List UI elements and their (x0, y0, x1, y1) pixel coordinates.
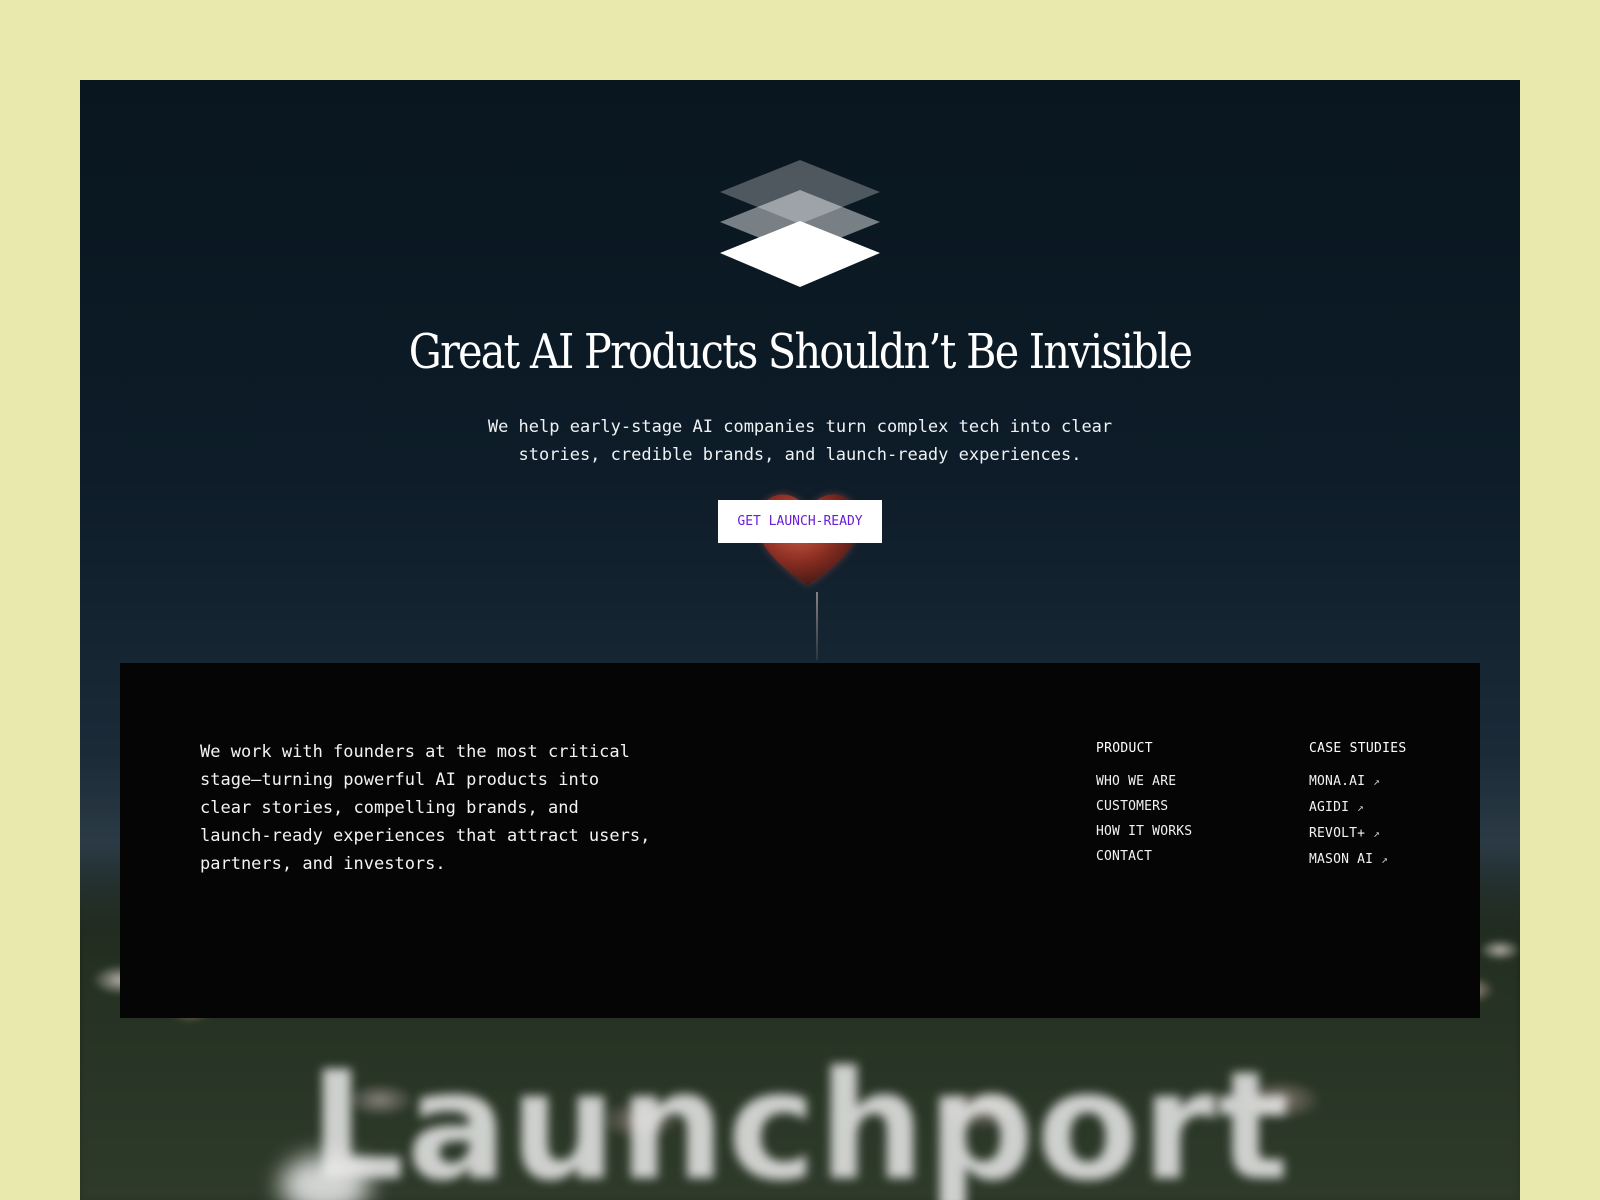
external-arrow-icon: ↗ (1357, 801, 1364, 814)
footer-link-who-we-are[interactable]: WHO WE ARE (1096, 774, 1192, 790)
hero-section: Great AI Products Shouldn’t Be Invisible… (80, 80, 1520, 1200)
blurred-wordmark: Launchport (308, 1040, 1292, 1200)
case-study-link-revolt[interactable]: REVOLT+ ↗ (1309, 826, 1407, 842)
hero-headline: Great AI Products Shouldn’t Be Invisible (408, 324, 1193, 380)
footer-blurb: We work with founders at the most critic… (200, 742, 651, 874)
footer-link-contact[interactable]: CONTACT (1096, 849, 1192, 865)
hero-subhead: We help early-stage AI companies turn co… (460, 413, 1140, 469)
case-study-label: REVOLT+ (1309, 826, 1366, 841)
case-study-label: AGIDI (1309, 800, 1350, 815)
case-study-label: MONA.AI (1309, 774, 1366, 789)
layers-stack-icon (720, 160, 880, 287)
external-arrow-icon: ↗ (1373, 775, 1381, 788)
balloon-string (816, 592, 818, 660)
external-arrow-icon: ↗ (1381, 853, 1389, 866)
footer-link-customers[interactable]: CUSTOMERS (1096, 799, 1192, 815)
case-study-label: MASON AI (1309, 852, 1374, 867)
external-arrow-icon: ↗ (1373, 827, 1381, 840)
get-launch-ready-button[interactable]: GET LAUNCH-READY (718, 500, 882, 543)
case-study-link-mona-ai[interactable]: MONA.AI ↗ (1309, 774, 1407, 790)
footer-panel: We work with founders at the most critic… (120, 663, 1480, 1018)
hero-subhead-line-1: We help early-stage AI companies turn co… (487, 417, 1113, 437)
case-study-link-agidi[interactable]: AGIDI ↗ (1309, 800, 1407, 816)
product-heading: PRODUCT (1096, 741, 1153, 756)
case-studies-heading: CASE STUDIES (1309, 741, 1407, 756)
footer-case-studies-column: CASE STUDIES MONA.AI ↗ AGIDI ↗ REVOLT+ ↗ MA… (1309, 741, 1407, 878)
footer-product-column: PRODUCT WHO WE ARE CUSTOMERS HOW IT WORK… (1096, 741, 1192, 874)
hero-subhead-line-2: stories, credible brands, and launch-rea… (518, 445, 1082, 465)
footer-link-how-it-works[interactable]: HOW IT WORKS (1096, 824, 1192, 840)
case-study-link-mason-ai[interactable]: MASON AI ↗ (1309, 852, 1407, 868)
